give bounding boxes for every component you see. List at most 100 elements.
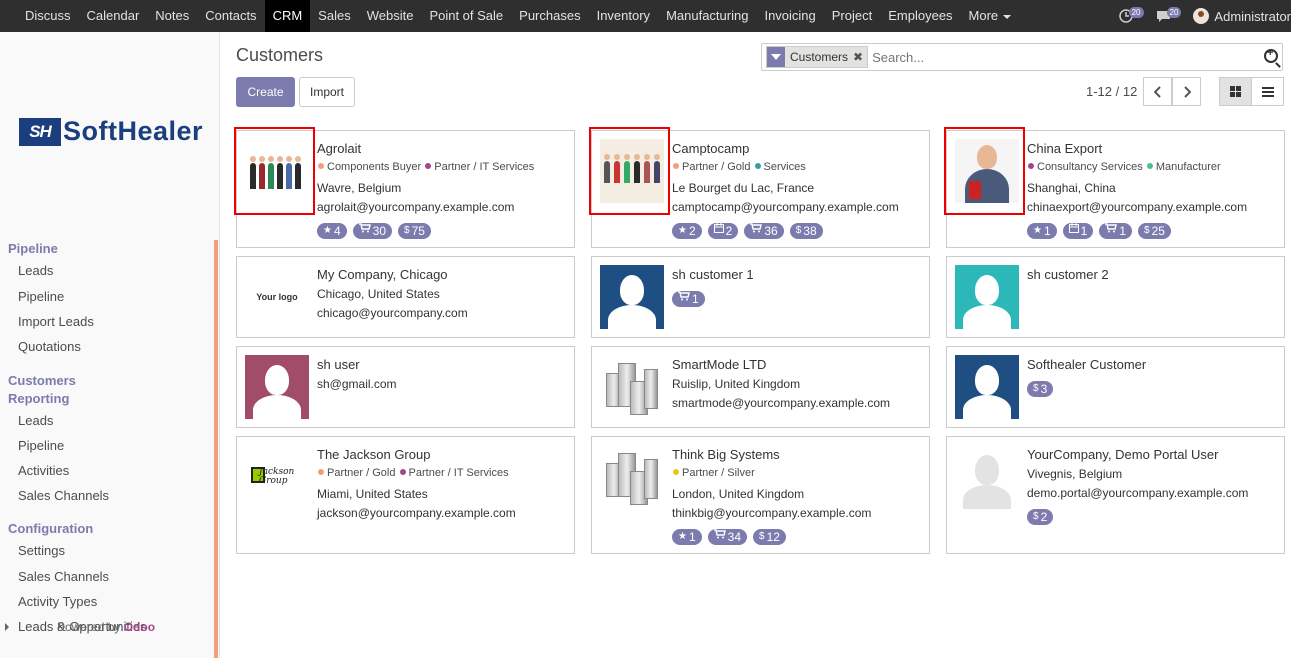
customer-card[interactable]: Camptocamp Partner / Gold Services Le Bou… xyxy=(589,127,930,248)
app-menu-inventory[interactable]: Inventory xyxy=(589,0,658,32)
app-menu-website[interactable]: Website xyxy=(359,0,422,32)
customer-email: demo.portal@yourcompany.example.com xyxy=(1027,486,1249,500)
sidebar-item-import-leads[interactable]: Import Leads xyxy=(18,314,94,329)
app-menu-manufacturing[interactable]: Manufacturing xyxy=(658,0,756,32)
sidebar-item-leads[interactable]: Leads xyxy=(18,263,53,278)
facet-remove-icon[interactable]: ✖ xyxy=(853,50,863,64)
sidebar-item-pipeline[interactable]: Pipeline xyxy=(18,438,64,453)
tag-color-dot xyxy=(399,469,406,475)
app-menu-more[interactable]: More xyxy=(961,0,1020,32)
customer-name: The Jackson Group xyxy=(317,447,431,462)
customer-card[interactable]: sh customer 1 1 xyxy=(591,256,930,338)
sidebar-item-activity-types[interactable]: Activity Types xyxy=(18,594,97,609)
user-menu[interactable]: Administrator xyxy=(1193,8,1291,24)
customer-card[interactable]: Think Big Systems Partner / Silver London… xyxy=(591,436,930,554)
app-menu-calendar[interactable]: Calendar xyxy=(79,0,148,32)
caret-right-icon[interactable] xyxy=(5,623,9,631)
stat-badge[interactable]: $3 xyxy=(1027,381,1054,397)
tag-color-dot xyxy=(318,163,324,169)
highlight-box xyxy=(944,127,1025,215)
stat-badge[interactable]: ★ 4 xyxy=(317,223,347,239)
stat-value: 25 xyxy=(1151,224,1165,238)
stat-badge[interactable]: 1 xyxy=(672,291,705,307)
facet-label: Customers xyxy=(790,50,849,64)
stat-badge[interactable]: $38 xyxy=(789,223,823,239)
app-menu-point-of-sale[interactable]: Point of Sale xyxy=(421,0,511,32)
stat-badge[interactable]: $2 xyxy=(1027,509,1054,525)
customer-card[interactable]: sh user sh@gmail.com xyxy=(236,346,575,428)
app-menu-contacts[interactable]: Contacts xyxy=(197,0,264,32)
stat-value: 36 xyxy=(764,224,778,238)
stat-value: 1 xyxy=(688,530,696,544)
app-menu-sales[interactable]: Sales xyxy=(310,0,359,32)
customer-card[interactable]: YourCompany, Demo Portal User Vivegnis, B… xyxy=(946,436,1285,554)
customer-location: Shanghai, China xyxy=(1027,181,1116,195)
dollar-icon: $ xyxy=(759,531,765,542)
messages-systray[interactable]: 20 xyxy=(1156,6,1182,23)
customer-stats: $2 xyxy=(1027,509,1059,525)
customer-email: agrolait@yourcompany.example.com xyxy=(317,200,515,214)
stat-badge[interactable]: ★ 2 xyxy=(672,223,702,239)
customer-card[interactable]: Your logo My Company, Chicago Chicago, Uni… xyxy=(236,256,575,338)
sidebar-item-label: Activities xyxy=(18,463,70,478)
pager-next-button[interactable] xyxy=(1172,77,1201,106)
activities-systray[interactable]: 20 xyxy=(1118,6,1144,23)
search-options-icon[interactable] xyxy=(1264,47,1278,63)
customer-name: SmartMode LTD xyxy=(672,357,767,372)
stat-badge[interactable]: ★ 1 xyxy=(672,529,702,545)
customer-location: London, United Kingdom xyxy=(672,487,805,501)
stat-badge[interactable]: 30 xyxy=(352,223,393,239)
stat-badge[interactable]: 36 xyxy=(744,223,784,239)
customer-card[interactable]: sh customer 2 xyxy=(946,256,1285,338)
customer-name: Think Big Systems xyxy=(672,447,780,462)
import-button[interactable]: Import xyxy=(299,77,355,107)
stat-badge[interactable]: $12 xyxy=(753,529,786,545)
sidebar-scrollbar[interactable] xyxy=(214,240,218,658)
customer-card[interactable]: Jackson Group The Jackson Group Partner / … xyxy=(236,436,575,554)
customer-location: Vivegnis, Belgium xyxy=(1027,467,1123,481)
dollar-icon: $ xyxy=(795,225,802,236)
chevron-right-icon xyxy=(1183,85,1191,98)
app-menu-purchases[interactable]: Purchases xyxy=(511,0,588,32)
list-view-button[interactable] xyxy=(1251,77,1284,106)
customer-name: YourCompany, Demo Portal User xyxy=(1027,447,1219,462)
stat-badge[interactable]: $75 xyxy=(398,223,431,239)
highlight-box xyxy=(234,127,315,215)
app-menu-discuss[interactable]: Discuss xyxy=(17,0,79,32)
customer-location: Le Bourget du Lac, France xyxy=(672,181,815,195)
pager-previous-button[interactable] xyxy=(1143,77,1172,106)
cart-icon xyxy=(750,223,763,239)
stat-badge[interactable]: 2 xyxy=(707,223,739,239)
search-input[interactable] xyxy=(872,49,1253,65)
create-button[interactable]: Create xyxy=(236,77,295,107)
app-menu-notes[interactable]: Notes xyxy=(147,0,197,32)
sidebar-item-sales-channels[interactable]: Sales Channels xyxy=(18,488,109,503)
stat-badge[interactable]: 1 xyxy=(1062,223,1094,239)
customer-card[interactable]: Agrolait Components Buyer Partner / IT Se… xyxy=(234,127,575,248)
stat-badge[interactable]: 1 xyxy=(1099,223,1133,239)
star-icon: ★ xyxy=(678,225,687,236)
customer-image: Jackson Group xyxy=(245,445,309,509)
stat-badge[interactable]: 34 xyxy=(707,529,748,545)
sidebar-item-label: Sales Channels xyxy=(18,569,110,584)
powered-brand[interactable]: Odoo xyxy=(124,620,155,634)
customer-tag: Manufacturer xyxy=(1155,161,1221,173)
customer-card[interactable]: Softhealer Customer $3 xyxy=(946,346,1285,428)
app-menu-invoicing[interactable]: Invoicing xyxy=(756,0,823,32)
list-icon xyxy=(1261,86,1274,97)
stat-badge[interactable]: ★ 1 xyxy=(1027,223,1057,239)
customer-card[interactable]: China Export Consultancy Services Manufac… xyxy=(944,127,1285,248)
sidebar-item-sales-channels[interactable]: Sales Channels xyxy=(18,569,109,584)
sidebar-item-activities[interactable]: Activities xyxy=(18,463,69,478)
kanban-view-button[interactable] xyxy=(1219,77,1252,106)
sidebar-item-pipeline[interactable]: Pipeline xyxy=(18,289,64,304)
cart-icon xyxy=(713,529,726,545)
sidebar-item-quotations[interactable]: Quotations xyxy=(18,339,81,354)
app-menu-project[interactable]: Project xyxy=(824,0,880,32)
customer-card[interactable]: SmartMode LTD Ruislip, United Kingdom smar… xyxy=(591,346,930,428)
sidebar-item-leads[interactable]: Leads xyxy=(18,413,53,428)
app-menu-employees[interactable]: Employees xyxy=(880,0,960,32)
sidebar-item-settings[interactable]: Settings xyxy=(18,543,65,558)
stat-badge[interactable]: $25 xyxy=(1138,223,1171,239)
app-menu-crm[interactable]: CRM xyxy=(264,0,311,32)
